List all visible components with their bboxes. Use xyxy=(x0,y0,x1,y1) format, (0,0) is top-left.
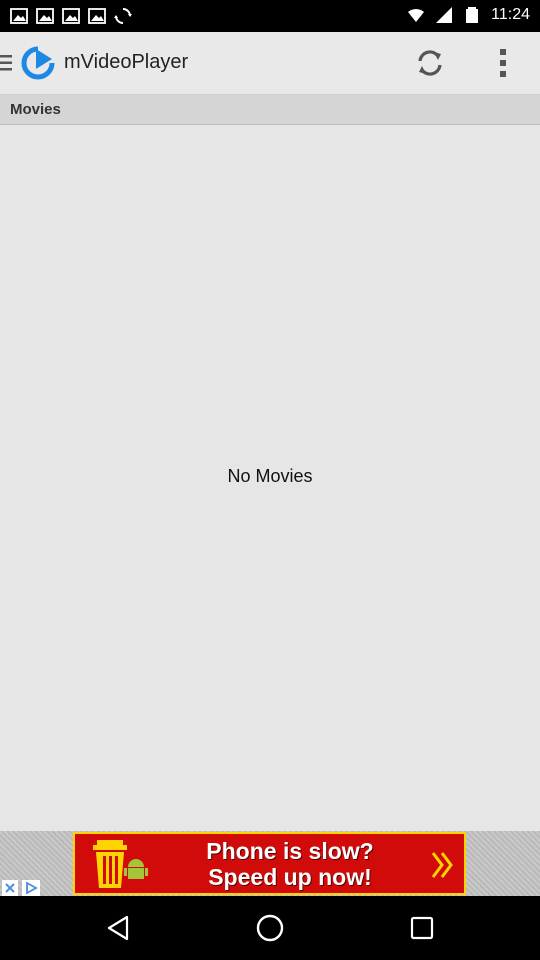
section-title: Movies xyxy=(10,101,61,118)
refresh-button[interactable] xyxy=(410,43,450,83)
status-bar: 11:24 xyxy=(0,0,540,32)
empty-state-message: No Movies xyxy=(227,466,313,486)
recents-button[interactable] xyxy=(404,910,440,946)
app-title: mVideoPlayer xyxy=(64,51,189,73)
battery-icon xyxy=(466,7,479,23)
wifi-icon xyxy=(408,8,425,22)
picture-icon xyxy=(62,8,80,24)
home-icon xyxy=(256,914,284,942)
picture-icon xyxy=(10,8,28,24)
back-button[interactable] xyxy=(100,910,136,946)
system-nav-bar xyxy=(0,896,540,960)
ad-text-line-2: Speed up now! xyxy=(208,864,372,890)
ad-close-icon[interactable] xyxy=(2,880,18,896)
double-chevron-right-icon xyxy=(431,852,453,878)
ad-choices-icon[interactable] xyxy=(22,880,40,896)
back-icon xyxy=(107,915,129,941)
overflow-menu-button[interactable] xyxy=(483,43,523,83)
notification-icons xyxy=(10,7,132,25)
ad-banner[interactable]: Phone is slow? Speed up now! xyxy=(0,831,540,896)
app-logo-icon[interactable] xyxy=(20,45,56,81)
signal-icon xyxy=(436,7,453,23)
status-clock: 11:24 xyxy=(491,6,530,23)
sync-icon xyxy=(114,8,132,24)
picture-icon xyxy=(36,8,54,24)
ad-text: Phone is slow? Speed up now! xyxy=(145,838,435,890)
home-button[interactable] xyxy=(252,910,288,946)
more-vert-icon xyxy=(500,49,506,77)
system-icons: 11:24 xyxy=(407,6,530,24)
movies-section-header: Movies xyxy=(0,95,540,125)
recents-icon xyxy=(410,916,434,940)
ad-text-line-1: Phone is slow? xyxy=(206,838,374,864)
drawer-menu-icon[interactable] xyxy=(0,54,12,72)
ad-creative[interactable]: Phone is slow? Speed up now! xyxy=(73,832,466,895)
app-bar: mVideoPlayer xyxy=(0,32,540,95)
picture-icon xyxy=(88,8,106,24)
refresh-icon xyxy=(418,50,442,76)
